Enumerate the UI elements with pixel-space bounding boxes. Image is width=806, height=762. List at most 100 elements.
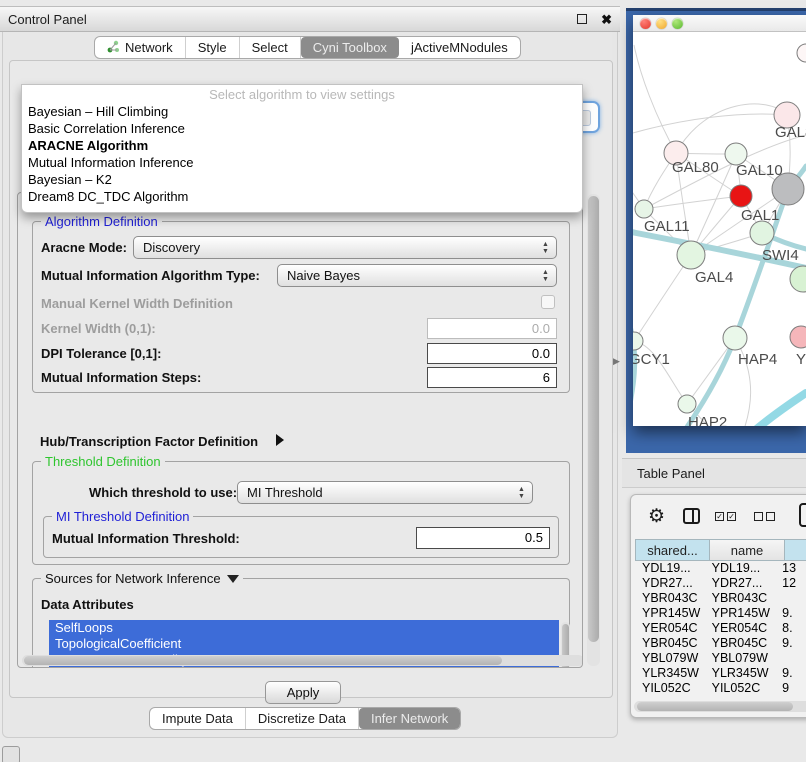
algorithm-option[interactable]: Bayesian – K2 <box>22 171 582 188</box>
network-canvas[interactable]: GAL8GAL80GAL10GAL11GAL1SWI4GAL4GCY1HAP4Y… <box>633 33 806 426</box>
column-layout-icon[interactable] <box>683 508 700 524</box>
table-cell[interactable]: YER054C <box>635 621 705 636</box>
close-traffic-light[interactable] <box>640 18 651 29</box>
network-node-gal1-node[interactable] <box>750 221 774 245</box>
tab-style[interactable]: Style <box>186 37 240 58</box>
table-cell[interactable]: YBL079W <box>635 651 705 666</box>
network-node-pink-right-node[interactable] <box>790 326 806 348</box>
tab-jactivemnodules[interactable]: jActiveMNodules <box>399 37 520 58</box>
algorithm-option[interactable]: Bayesian – Hill Climbing <box>22 103 582 120</box>
settings-vscrollbar[interactable] <box>587 194 600 666</box>
tab-infer-network[interactable]: Infer Network <box>359 708 460 729</box>
table-cell[interactable] <box>775 591 806 606</box>
table-cell[interactable]: YPR145W <box>635 606 705 621</box>
network-node-hap4-node[interactable] <box>723 326 747 350</box>
table-cell[interactable]: 8. <box>775 621 806 636</box>
table-cell[interactable] <box>775 651 806 666</box>
hub-section-label[interactable]: Hub/Transcription Factor Definition <box>40 434 258 449</box>
column-header[interactable]: name <box>709 539 784 561</box>
table-cell[interactable]: YDR27... <box>705 576 776 591</box>
select-all-columns-icon[interactable]: ✓✓ <box>715 512 739 521</box>
apply-button[interactable]: Apply <box>265 681 341 704</box>
network-edge[interactable] <box>644 196 741 209</box>
tab-impute-data[interactable]: Impute Data <box>150 708 246 729</box>
table-cell[interactable]: YIL052C <box>635 681 705 696</box>
table-row[interactable]: YBR045CYBR045C9. <box>635 636 806 651</box>
network-node-swi4-right-node[interactable] <box>790 266 806 292</box>
table-cell[interactable]: YDL19... <box>705 561 776 576</box>
collapse-arrow-icon[interactable] <box>227 575 239 583</box>
table-row[interactable]: YBR043CYBR043C <box>635 591 806 606</box>
column-header[interactable]: shared... <box>635 539 709 561</box>
gear-icon[interactable]: ⚙ <box>648 505 665 528</box>
table-row[interactable]: YBL079WYBL079W <box>635 651 806 666</box>
column-header[interactable] <box>784 539 806 561</box>
table-cell[interactable]: YIL052C <box>705 681 776 696</box>
network-edge[interactable] <box>634 45 676 153</box>
table-row[interactable]: YPR145WYPR145W9. <box>635 606 806 621</box>
tab-discretize-data[interactable]: Discretize Data <box>246 708 359 729</box>
network-edge[interactable] <box>633 114 787 135</box>
manual-kernel-checkbox[interactable] <box>541 295 555 309</box>
expand-arrow-icon[interactable] <box>276 434 284 446</box>
network-edge-highlighted[interactable] <box>744 393 806 426</box>
table-row[interactable]: YIL052CYIL052C9 <box>635 681 806 696</box>
network-edge-highlighted[interactable] <box>678 189 788 426</box>
mi-threshold-field[interactable]: 0.5 <box>416 527 550 549</box>
algorithm-option[interactable]: Dream8 DC_TDC Algorithm <box>22 188 582 205</box>
table-cell[interactable]: YBR045C <box>705 636 776 651</box>
table-row[interactable]: YDL19...YDL19...13 <box>635 561 806 576</box>
table-cell[interactable]: 9. <box>775 666 806 681</box>
table-row[interactable]: YDR27...YDR27...12 <box>635 576 806 591</box>
table-cell[interactable]: YBL079W <box>705 651 776 666</box>
tab-cyni-toolbox[interactable]: Cyni Toolbox <box>301 37 399 58</box>
algorithm-option[interactable]: ARACNE Algorithm <box>22 137 582 154</box>
function-builder-icon[interactable] <box>799 503 806 527</box>
algorithm-option[interactable]: Basic Correlation Inference <box>22 120 582 137</box>
table-cell[interactable]: YPR145W <box>705 606 776 621</box>
network-node-top-partial[interactable] <box>797 44 806 62</box>
network-node-gal11-node[interactable] <box>635 200 653 218</box>
network-node-red-node[interactable] <box>730 185 752 207</box>
table-row[interactable]: YER054CYER054C8. <box>635 621 806 636</box>
zoom-traffic-light[interactable] <box>672 18 683 29</box>
network-edge[interactable] <box>634 255 691 341</box>
panel-divider-arrow-icon[interactable]: ▶ <box>613 356 620 367</box>
mi-algorithm-type-combo[interactable]: Naive Bayes ▲▼ <box>277 264 557 287</box>
table-cell[interactable]: YDR27... <box>635 576 705 591</box>
sources-title-text: Sources for Network Inference <box>45 571 221 586</box>
attribute-item[interactable]: SelfLoops <box>49 620 559 636</box>
mi-steps-field[interactable]: 6 <box>427 367 557 388</box>
table-cell[interactable]: 12 <box>775 576 806 591</box>
minimize-traffic-light[interactable] <box>656 18 667 29</box>
table-row[interactable]: YLR345WYLR345W9. <box>635 666 806 681</box>
table-cell[interactable]: YBR045C <box>635 636 705 651</box>
table-cell[interactable]: 9 <box>775 681 806 696</box>
deselect-all-columns-icon[interactable] <box>754 512 778 521</box>
attribute-item[interactable]: TopologicalCoefficient <box>49 636 559 652</box>
table-cell[interactable]: YER054C <box>705 621 776 636</box>
network-node-gal4-node[interactable] <box>677 241 705 269</box>
table-cell[interactable]: 13 <box>775 561 806 576</box>
close-icon[interactable]: ✖ <box>601 13 612 26</box>
table-cell[interactable]: YLR345W <box>635 666 705 681</box>
kernel-width-field[interactable]: 0.0 <box>427 318 557 339</box>
dpi-tolerance-field[interactable]: 0.0 <box>427 343 557 364</box>
aracne-mode-combo[interactable]: Discovery ▲▼ <box>133 236 557 259</box>
network-node-gcy1-node[interactable] <box>633 332 643 350</box>
table-cell[interactable]: 9. <box>775 636 806 651</box>
table-cell[interactable]: YDL19... <box>635 561 705 576</box>
settings-hscrollbar[interactable] <box>22 655 583 666</box>
corner-mini-button[interactable] <box>2 746 20 762</box>
tab-network[interactable]: Network <box>95 37 186 58</box>
table-cell[interactable]: YLR345W <box>705 666 776 681</box>
which-threshold-combo[interactable]: MI Threshold ▲▼ <box>237 481 533 504</box>
float-icon[interactable] <box>577 14 587 24</box>
table-cell[interactable]: YBR043C <box>635 591 705 606</box>
table-cell[interactable]: 9. <box>775 606 806 621</box>
network-node-hap2-node[interactable] <box>678 395 696 413</box>
table-hscrollbar[interactable] <box>634 701 806 712</box>
tab-select[interactable]: Select <box>240 37 301 58</box>
table-cell[interactable]: YBR043C <box>705 591 776 606</box>
algorithm-option[interactable]: Mutual Information Inference <box>22 154 582 171</box>
